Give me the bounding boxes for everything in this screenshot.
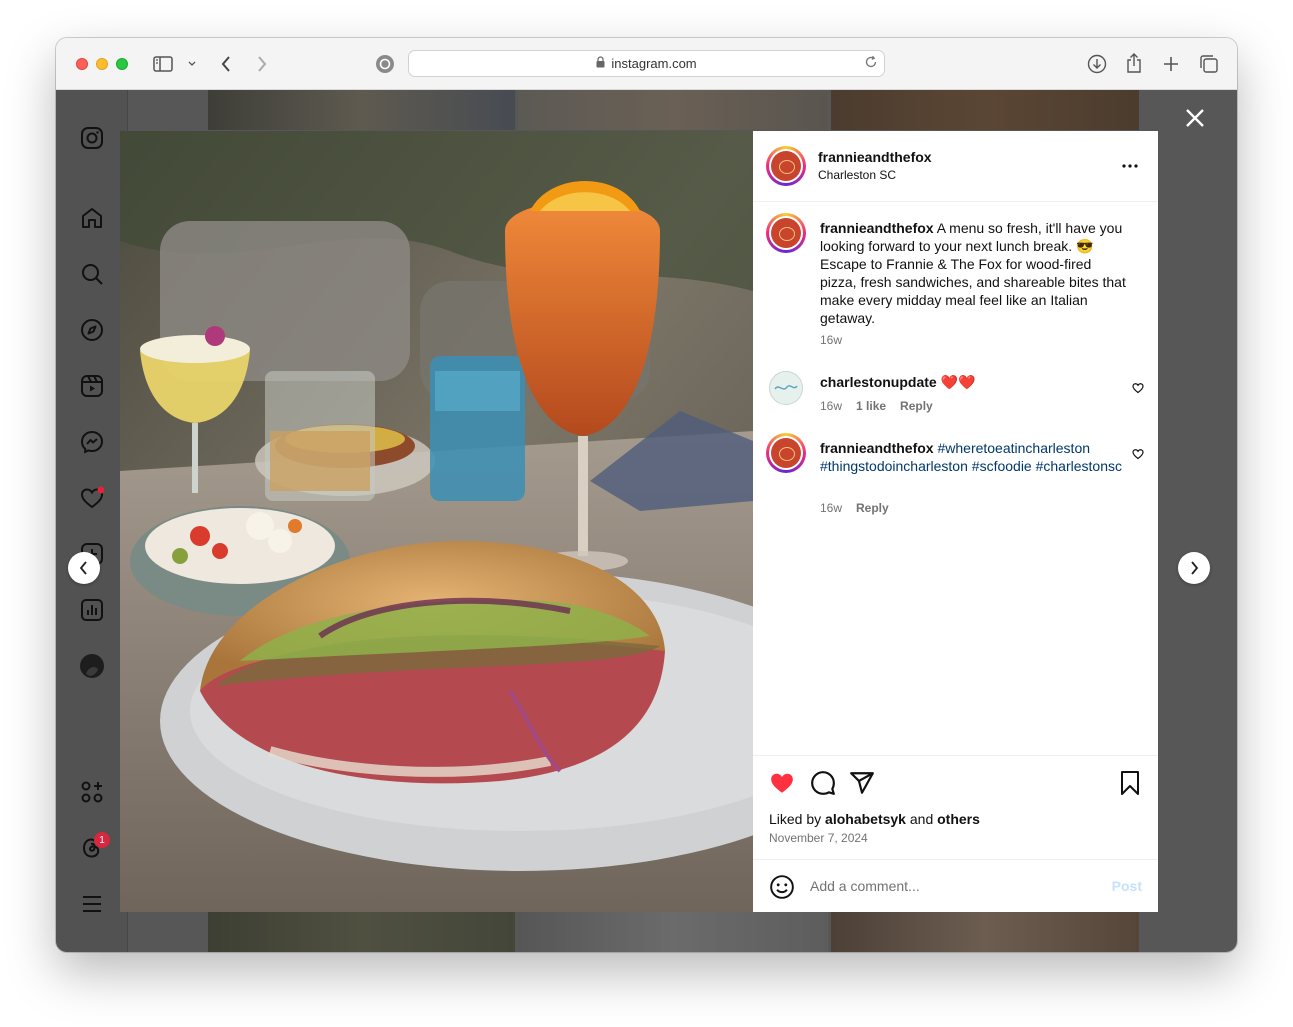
comment-2-meta: 16w Reply: [820, 501, 889, 515]
notification-badge: 1: [94, 832, 110, 848]
comment-1: charlestonupdate ❤️❤️: [820, 373, 1130, 391]
comment-text: ❤️❤️: [936, 374, 976, 390]
like-heart-icon[interactable]: [769, 770, 795, 796]
profile-avatar-icon[interactable]: [80, 654, 104, 678]
post-location[interactable]: Charleston SC: [818, 168, 896, 182]
site-favicon-icon: [375, 54, 395, 74]
browser-toolbar: instagram.com: [56, 38, 1237, 90]
post-image[interactable]: [120, 131, 753, 912]
messenger-icon[interactable]: [80, 430, 104, 454]
reply-link[interactable]: Reply: [900, 399, 933, 413]
reload-icon[interactable]: [864, 55, 878, 72]
post-details-panel: frannieandthefox Charleston SC franniean…: [753, 131, 1158, 912]
reels-icon[interactable]: [80, 374, 104, 398]
comment-age: 16w: [820, 501, 843, 515]
url-text: instagram.com: [611, 56, 697, 71]
save-bookmark-icon[interactable]: [1118, 770, 1142, 796]
previous-post-button[interactable]: [68, 552, 100, 584]
tab-overview-icon[interactable]: [1198, 53, 1220, 75]
comment-icon[interactable]: [810, 770, 836, 796]
caption-author[interactable]: frannieandthefox: [820, 220, 934, 236]
downloads-icon[interactable]: [1086, 53, 1108, 75]
post-photo: [120, 131, 753, 912]
home-icon[interactable]: [80, 206, 104, 230]
comment-author[interactable]: charlestonupdate: [820, 374, 937, 390]
hashtag[interactable]: #scfoodie: [972, 458, 1032, 474]
new-tab-icon[interactable]: [1161, 54, 1181, 74]
close-window-button[interactable]: [76, 58, 88, 70]
dashboard-icon[interactable]: [80, 598, 104, 622]
search-icon[interactable]: [80, 262, 104, 286]
minimize-window-button[interactable]: [96, 58, 108, 70]
like-comment-icon[interactable]: [1132, 381, 1144, 394]
liked-by-text: Liked by alohabetsyk and others: [769, 811, 980, 827]
emoji-icon[interactable]: [769, 874, 795, 900]
hashtag[interactable]: #wheretoeatincharleston: [937, 440, 1090, 456]
next-post-button[interactable]: [1178, 552, 1210, 584]
post-date: November 7, 2024: [769, 831, 868, 845]
page-content: 1 frannieandthefox Charleston SC frannie…: [56, 90, 1237, 952]
like-comment-icon[interactable]: [1132, 447, 1144, 460]
reply-link[interactable]: Reply: [856, 501, 889, 515]
notifications-heart-icon[interactable]: [80, 486, 105, 510]
liked-by-others[interactable]: others: [937, 811, 980, 827]
zoom-window-button[interactable]: [116, 58, 128, 70]
background-post-tile: [831, 90, 1139, 130]
author-avatar[interactable]: [766, 146, 806, 186]
caption-author-avatar[interactable]: [766, 213, 806, 253]
share-icon[interactable]: [1124, 52, 1144, 74]
background-post-tile: [208, 912, 515, 952]
post-caption: frannieandthefox A menu so fresh, it'll …: [820, 219, 1130, 327]
liked-by-user[interactable]: alohabetsyk: [825, 811, 906, 827]
post-header: frannieandthefox Charleston SC: [753, 131, 1158, 202]
explore-icon[interactable]: [80, 318, 104, 342]
chevron-down-icon[interactable]: [186, 58, 198, 70]
address-bar[interactable]: instagram.com: [408, 50, 885, 77]
comment-composer: Add a comment... Post: [753, 859, 1158, 912]
chevron-right-icon: [1191, 561, 1199, 575]
background-post-tile: [208, 90, 515, 130]
background-post-tile: [831, 912, 1139, 952]
author-username[interactable]: frannieandthefox: [818, 149, 932, 167]
lock-icon: [596, 56, 605, 71]
comment-2: frannieandthefox #wheretoeatincharleston…: [820, 439, 1130, 475]
commenter-avatar[interactable]: [769, 371, 803, 405]
browser-window: instagram.com 1 frannieandthefox Charles…: [56, 38, 1237, 952]
background-post-tile: [518, 90, 828, 130]
comment-author[interactable]: frannieandthefox: [820, 440, 934, 456]
post-actions: Liked by alohabetsyk and others November…: [753, 755, 1158, 859]
add-comment-input[interactable]: Add a comment...: [810, 878, 920, 894]
more-options-icon[interactable]: [1120, 156, 1140, 176]
comment-likes[interactable]: 1 like: [856, 399, 886, 413]
hashtag[interactable]: #thingstodoincharleston: [820, 458, 968, 474]
also-from-meta-icon[interactable]: [80, 780, 104, 804]
comment-1-meta: 16w 1 like Reply: [820, 399, 933, 413]
post-comment-button[interactable]: Post: [1112, 878, 1142, 894]
more-menu-icon[interactable]: [80, 892, 104, 916]
commenter-avatar[interactable]: [766, 433, 806, 473]
chevron-left-icon: [79, 561, 87, 575]
close-modal-icon[interactable]: [1183, 106, 1207, 130]
share-post-icon[interactable]: [849, 770, 875, 796]
instagram-sidebar: 1: [56, 90, 128, 952]
background-post-tile: [518, 912, 828, 952]
sidebar-toggle-icon[interactable]: [152, 54, 174, 74]
instagram-logo-icon[interactable]: [80, 126, 104, 150]
comment-age: 16w: [820, 399, 843, 413]
forward-icon[interactable]: [252, 54, 272, 74]
caption-age: 16w: [820, 333, 843, 347]
hashtag[interactable]: #charlestonsc: [1036, 458, 1122, 474]
back-icon[interactable]: [216, 54, 236, 74]
